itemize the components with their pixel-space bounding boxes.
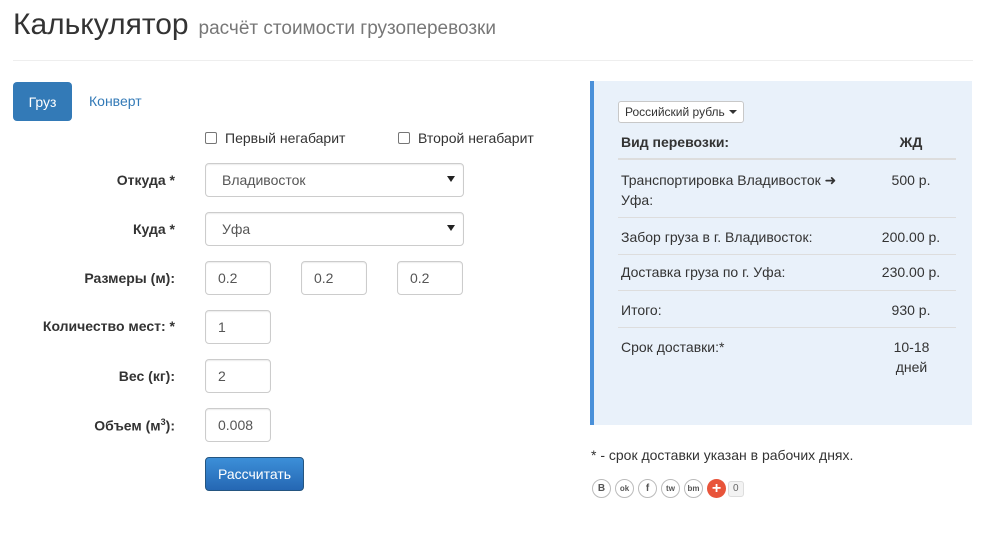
volume-input[interactable]: 0.008 [205,408,271,442]
header-divider [13,60,973,61]
size-label: Размеры (м): [84,270,175,286]
chevron-down-icon [447,225,455,231]
from-select[interactable]: Владивосток [205,163,464,197]
result-header-right: ЖД [899,134,923,150]
from-select-value: Владивосток [222,172,306,188]
facebook-share-icon[interactable]: f [638,479,657,498]
result-row-total-label: Итого: [621,302,662,318]
caret-down-icon [728,110,737,114]
page-title-main: Калькулятор [13,8,189,41]
to-select[interactable]: Уфа [205,212,464,246]
volume-label-suffix: ): [165,417,175,434]
result-header-divider [618,158,956,160]
places-label: Количество мест: * [42,318,175,334]
share-bar: В ok f tw bm + 0 [592,479,744,498]
result-row-divider [618,217,956,218]
first-oversize-label: Первый негабарит [225,130,346,146]
delivery-footnote: * - срок доставки указан в рабочих днях. [591,447,854,463]
result-row-divider [618,327,956,328]
result-header-left: Вид перевозки: [621,134,730,150]
result-row-divider [618,254,956,255]
tab-cargo[interactable]: Груз [13,82,72,121]
more-share-icon[interactable]: + [707,479,726,498]
twitter-share-icon[interactable]: tw [661,479,680,498]
result-row-pickup-value: 200.00 р. [881,229,941,245]
currency-dropdown[interactable]: Российский рубль [618,101,744,123]
from-label: Откуда * [116,172,175,188]
vk-share-icon[interactable]: В [592,479,611,498]
result-row-delivery-value: 230.00 р. [881,264,941,280]
result-row-transport-value: 500 р. [891,172,931,188]
page-subtitle: расчёт стоимости грузоперевозки [198,18,496,39]
share-counter: 0 [728,480,744,497]
weight-input[interactable]: 2 [205,359,271,393]
first-oversize-option[interactable]: Первый негабарит [205,130,345,146]
tab-envelope[interactable]: Конверт [89,93,142,109]
page-title: Калькулятор расчёт стоимости грузоперево… [13,8,496,42]
odnoklassniki-share-icon[interactable]: ok [615,479,634,498]
result-row-pickup-label: Забор груза в г. Владивосток: [621,229,813,245]
result-row-total-value: 930 р. [891,302,931,318]
chevron-down-icon [447,176,455,182]
first-oversize-checkbox[interactable] [205,132,217,144]
second-oversize-label: Второй негабарит [418,130,534,146]
second-oversize-option[interactable]: Второй негабарит [398,130,534,146]
weight-label: Вес (кг): [118,368,175,384]
bookmark-share-icon[interactable]: bm [684,479,703,498]
calculate-button[interactable]: Рассчитать [205,457,304,491]
result-row-divider [618,290,956,291]
result-row-transport-label: Транспортировка Владивосток ➜ Уфа: [621,172,837,208]
result-row-delivery-label: Доставка груза по г. Уфа: [621,264,786,280]
to-label: Куда * [133,221,175,237]
to-select-value: Уфа [222,221,251,237]
volume-label: Объем (м3): [94,417,175,434]
result-row-term-value: 10-18 дней [893,339,930,375]
size-width-input[interactable]: 0.2 [301,261,367,295]
result-row-term-label: Срок доставки:* [621,339,725,355]
result-panel: Российский рубль Вид перевозки: ЖД Транс… [590,81,972,425]
volume-label-prefix: Объем (м [94,417,161,434]
second-oversize-checkbox[interactable] [398,132,410,144]
size-height-input[interactable]: 0.2 [397,261,463,295]
currency-value: Российский рубль [625,105,725,119]
size-length-input[interactable]: 0.2 [205,261,271,295]
places-input[interactable]: 1 [205,310,271,344]
